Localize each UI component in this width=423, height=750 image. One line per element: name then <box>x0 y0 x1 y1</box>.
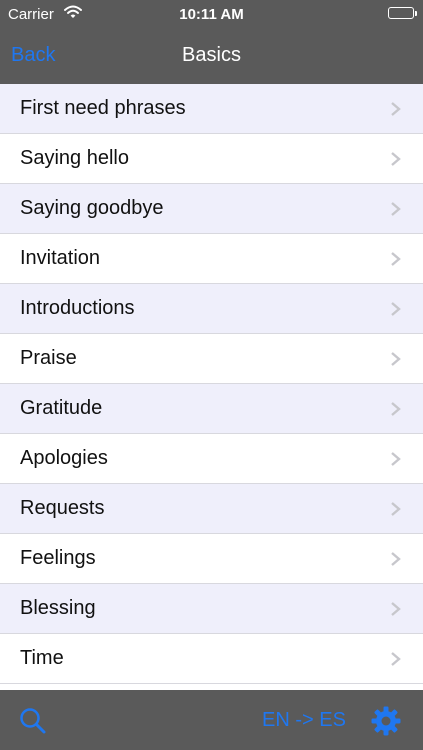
search-icon[interactable] <box>18 706 48 736</box>
gear-icon[interactable] <box>370 705 402 737</box>
list-item-label: Requests <box>20 497 105 519</box>
chevron-right-icon <box>389 351 403 367</box>
list-item[interactable]: Saying goodbye <box>0 184 423 234</box>
chevron-right-icon <box>389 301 403 317</box>
bottom-toolbar: EN -> ES <box>0 690 423 750</box>
page-title: Basics <box>182 44 241 66</box>
status-bar: Carrier 10:11 AM <box>0 0 423 28</box>
chevron-right-icon <box>389 251 403 267</box>
battery-icon <box>388 7 417 19</box>
list-item-label: Feelings <box>20 547 96 569</box>
language-direction-button[interactable]: EN -> ES <box>262 709 346 732</box>
list-item[interactable]: Requests <box>0 484 423 534</box>
status-time: 10:11 AM <box>179 6 244 23</box>
list-item[interactable]: Invitation <box>0 234 423 284</box>
list-item-label: Praise <box>20 347 77 369</box>
chevron-right-icon <box>389 101 403 117</box>
list-item-label: Invitation <box>20 247 101 269</box>
list-item-label: Apologies <box>20 447 108 469</box>
list-item[interactable]: Apologies <box>0 434 423 484</box>
list-item[interactable]: Time <box>0 634 423 684</box>
navigation-bar: Back Basics <box>0 28 423 84</box>
list-item-label: Saying hello <box>20 147 129 169</box>
list-item-label: Introductions <box>20 297 135 319</box>
list-item-label: First need phrases <box>20 97 186 119</box>
list-item-label: Time <box>20 647 64 669</box>
list-item[interactable]: Introductions <box>0 284 423 334</box>
chevron-right-icon <box>389 501 403 517</box>
list-item-label: Saying goodbye <box>20 197 164 219</box>
chevron-right-icon <box>389 401 403 417</box>
list-item[interactable]: Praise <box>0 334 423 384</box>
phrase-category-list: First need phrases Saying hello Saying g… <box>0 84 423 690</box>
list-item[interactable]: First need phrases <box>0 84 423 134</box>
list-item-label: Blessing <box>20 597 96 619</box>
chevron-right-icon <box>389 201 403 217</box>
chevron-right-icon <box>389 651 403 667</box>
chevron-right-icon <box>389 151 403 167</box>
list-item-label: Gratitude <box>20 397 103 419</box>
chevron-right-icon <box>389 551 403 567</box>
list-item[interactable]: Saying hello <box>0 134 423 184</box>
chevron-right-icon <box>389 451 403 467</box>
list-item[interactable]: Blessing <box>0 584 423 634</box>
chevron-right-icon <box>389 601 403 617</box>
list-item[interactable]: Gratitude <box>0 384 423 434</box>
list-item[interactable]: Feelings <box>0 534 423 584</box>
